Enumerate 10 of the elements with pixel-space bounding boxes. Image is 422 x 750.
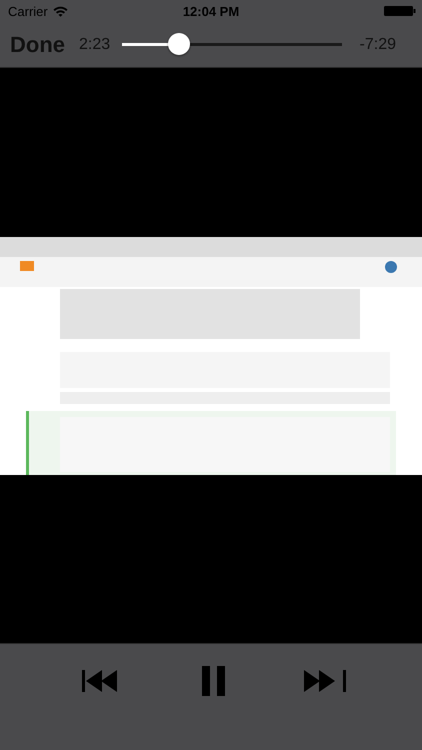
skip-forward-icon[interactable] (304, 670, 346, 692)
carrier-name: Carrier (8, 4, 48, 18)
clock-time: 12:04 PM (182, 4, 240, 19)
remaining-time: -7:29 (360, 36, 396, 54)
battery-icon (384, 6, 416, 16)
pause-icon[interactable] (202, 666, 226, 696)
wifi-icon (52, 6, 68, 16)
done-button[interactable]: Done (10, 32, 65, 58)
elapsed-time: 2:23 (79, 36, 110, 54)
scrubber-thumb[interactable] (168, 33, 190, 55)
